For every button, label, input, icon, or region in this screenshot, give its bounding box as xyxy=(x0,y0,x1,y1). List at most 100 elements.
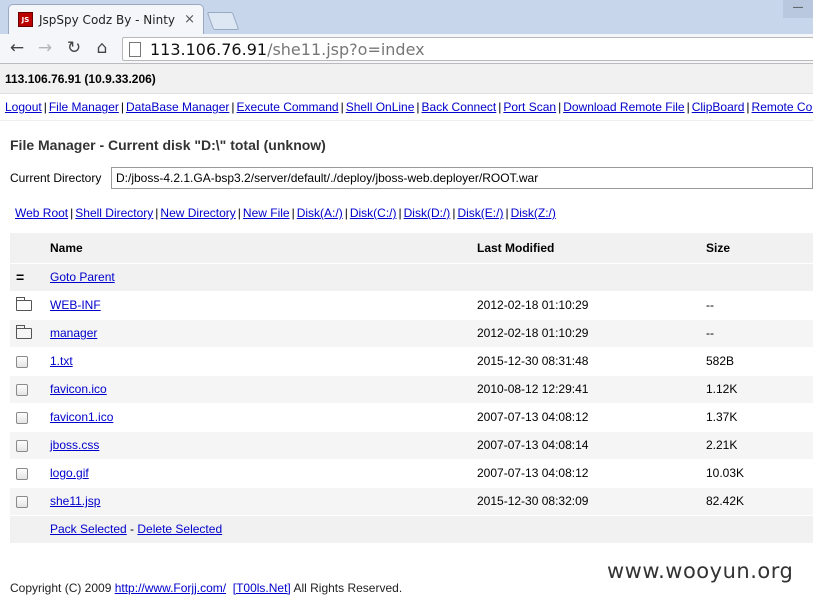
nav-back-connect[interactable]: Back Connect xyxy=(422,100,497,114)
tab-close-icon[interactable]: × xyxy=(184,12,195,27)
link-disk-e[interactable]: Disk(E:/) xyxy=(457,206,503,220)
link-disk-c[interactable]: Disk(C:/) xyxy=(350,206,397,220)
server-ip: 113.106.76.91 (10.9.33.206) xyxy=(5,72,156,86)
file-modified: 2007-07-13 04:08:14 xyxy=(477,431,706,460)
copyright-prefix: Copyright (C) 2009 xyxy=(10,581,115,595)
file-name-link[interactable]: favicon.ico xyxy=(50,382,107,396)
current-directory-input[interactable] xyxy=(111,167,813,189)
link-disk-z[interactable]: Disk(Z:/) xyxy=(511,206,556,220)
goto-parent-row: = Goto Parent xyxy=(10,263,813,292)
table-row: manager 2012-02-18 01:10:29 -- xyxy=(10,319,813,348)
page-title: File Manager - Current disk "D:\" total … xyxy=(10,137,326,153)
nav-remote-control[interactable]: Remote Control xyxy=(752,100,813,114)
file-checkbox[interactable] xyxy=(16,411,28,424)
nav-separator: | xyxy=(43,100,47,114)
browser-tab[interactable]: JS JspSpy Codz By - Ninty × xyxy=(8,4,204,34)
home-icon[interactable]: ⌂ xyxy=(91,37,113,59)
file-name-link[interactable]: jboss.css xyxy=(50,438,99,452)
quicklink-separator: | xyxy=(452,206,456,220)
goto-parent-link[interactable]: Goto Parent xyxy=(50,270,115,284)
pack-selected-link[interactable]: Pack Selected xyxy=(50,522,127,536)
back-arrow-icon[interactable]: ← xyxy=(6,37,28,59)
link-shell-directory[interactable]: Shell Directory xyxy=(75,206,153,220)
copyright-footer: Copyright (C) 2009 http://www.Forjj.com/… xyxy=(10,581,402,595)
nav-execute-command[interactable]: Execute Command xyxy=(237,100,339,114)
quicklink-separator: | xyxy=(237,206,241,220)
nav-logout[interactable]: Logout xyxy=(5,100,42,114)
file-size: 10.03K xyxy=(706,459,813,488)
file-size: 82.42K xyxy=(706,487,813,516)
file-manager-panel: File Manager - Current disk "D:\" total … xyxy=(10,122,813,544)
delete-selected-link[interactable]: Delete Selected xyxy=(137,522,222,536)
folder-icon xyxy=(16,297,32,312)
link-new-directory[interactable]: New Directory xyxy=(160,206,235,220)
table-header-row: Name Last Modified Size xyxy=(10,233,813,264)
file-checkbox[interactable] xyxy=(16,467,28,480)
file-checkbox[interactable] xyxy=(16,439,28,452)
file-size: 1.12K xyxy=(706,375,813,404)
nav-separator: | xyxy=(558,100,562,114)
column-header-size: Size xyxy=(706,233,813,264)
server-ip-bar: 113.106.76.91 (10.9.33.206) xyxy=(0,64,813,94)
window-minimize-button[interactable]: — xyxy=(783,0,813,18)
nav-download-remote-file[interactable]: Download Remote File xyxy=(563,100,684,114)
current-directory-row: Current Directory xyxy=(10,167,813,189)
file-modified: 2015-12-30 08:31:48 xyxy=(477,347,706,376)
file-modified: 2012-02-18 01:10:29 xyxy=(477,291,706,320)
jspspy-favicon-icon: JS xyxy=(18,12,33,27)
nav-separator: | xyxy=(231,100,235,114)
link-web-root[interactable]: Web Root xyxy=(15,206,68,220)
new-tab-button[interactable] xyxy=(206,12,240,30)
file-name-link[interactable]: 1.txt xyxy=(50,354,73,368)
column-header-name: Name xyxy=(50,233,477,264)
browser-tab-strip: JS JspSpy Codz By - Ninty × — xyxy=(0,0,813,34)
nav-database-manager[interactable]: DataBase Manager xyxy=(126,100,229,114)
table-row: WEB-INF 2012-02-18 01:10:29 -- xyxy=(10,291,813,320)
file-name-link[interactable]: favicon1.ico xyxy=(50,410,113,424)
forjj-link[interactable]: http://www.Forjj.com/ xyxy=(115,581,226,595)
file-checkbox[interactable] xyxy=(16,383,28,396)
link-disk-a[interactable]: Disk(A:/) xyxy=(297,206,343,220)
nav-port-scan[interactable]: Port Scan xyxy=(503,100,556,114)
nav-separator: | xyxy=(416,100,420,114)
table-actions-row: Pack Selected - Delete Selected xyxy=(10,515,813,544)
current-directory-label: Current Directory xyxy=(10,171,102,185)
forward-arrow-icon[interactable]: → xyxy=(34,37,56,59)
file-size: 1.37K xyxy=(706,403,813,432)
quicklink-separator: | xyxy=(291,206,295,220)
file-name-link[interactable]: manager xyxy=(50,326,97,340)
directory-quicklinks: Web Root | Shell Directory | New Directory | N… xyxy=(10,206,813,226)
nav-separator: | xyxy=(340,100,344,114)
main-nav: Logout | File Manager | DataBase Manager | Exe… xyxy=(0,95,813,121)
file-size: -- xyxy=(706,291,813,320)
quicklink-separator: | xyxy=(70,206,74,220)
t00ls-link[interactable]: [T00ls.Net] xyxy=(233,581,291,595)
link-disk-d[interactable]: Disk(D:/) xyxy=(404,206,451,220)
file-name-link[interactable]: WEB-INF xyxy=(50,298,101,312)
address-bar[interactable]: 113.106.76.91/she11.jsp?o=index xyxy=(122,37,813,61)
file-size: -- xyxy=(706,319,813,348)
table-row: favicon.ico 2010-08-12 12:29:41 1.12K xyxy=(10,375,813,404)
file-name-link[interactable]: logo.gif xyxy=(50,466,89,480)
nav-clipboard[interactable]: ClipBoard xyxy=(692,100,745,114)
file-checkbox[interactable] xyxy=(16,355,28,368)
file-checkbox[interactable] xyxy=(16,495,28,508)
file-modified: 2010-08-12 12:29:41 xyxy=(477,375,706,404)
quicklink-separator: | xyxy=(398,206,402,220)
file-size: 2.21K xyxy=(706,431,813,460)
page-icon xyxy=(129,41,141,57)
nav-separator: | xyxy=(120,100,124,114)
url-text: 113.106.76.91/she11.jsp?o=index xyxy=(150,39,425,59)
nav-file-manager[interactable]: File Manager xyxy=(49,100,119,114)
table-row: she11.jsp 2015-12-30 08:32:09 82.42K xyxy=(10,487,813,516)
quicklink-separator: | xyxy=(155,206,159,220)
reload-icon[interactable]: ↻ xyxy=(63,37,85,59)
nav-shell-online[interactable]: Shell OnLine xyxy=(346,100,415,114)
action-separator: - xyxy=(126,522,138,536)
column-header-last-modified: Last Modified xyxy=(477,233,706,264)
watermark: www.wooyun.org xyxy=(607,559,794,583)
file-table: Name Last Modified Size = Goto Parent WE… xyxy=(10,233,813,544)
file-modified: 2007-07-13 04:08:12 xyxy=(477,403,706,432)
file-name-link[interactable]: she11.jsp xyxy=(50,494,100,508)
link-new-file[interactable]: New File xyxy=(243,206,290,220)
